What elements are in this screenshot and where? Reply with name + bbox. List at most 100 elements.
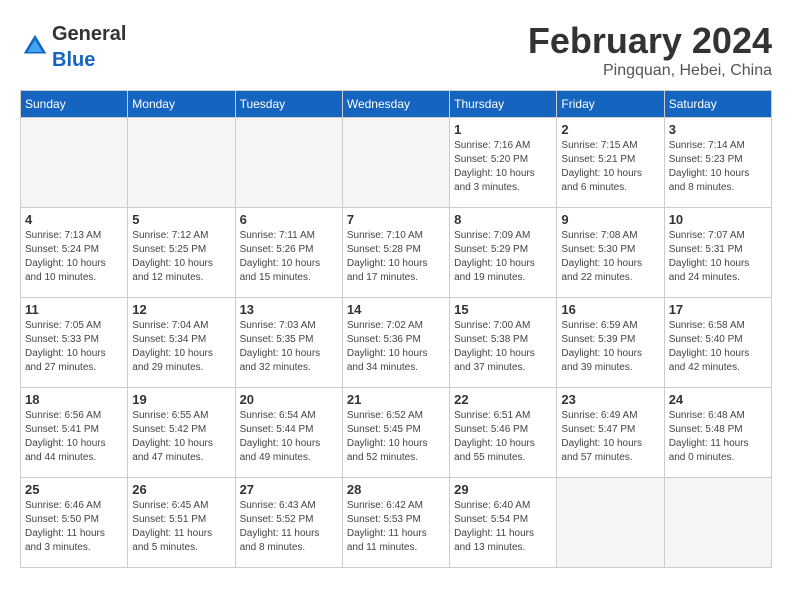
calendar-day-6: 6 Sunrise: 7:11 AM Sunset: 5:26 PM Daylig…	[235, 208, 342, 298]
day-number: 13	[240, 302, 338, 317]
day-number: 27	[240, 482, 338, 497]
calendar-day-29: 29Sunrise: 6:40 AM Sunset: 5:54 PM Dayli…	[450, 478, 557, 568]
day-info: Sunrise: 6:56 AM Sunset: 5:41 PM Dayligh…	[25, 409, 123, 465]
day-number: 1	[454, 122, 552, 137]
calendar-day-21: 21Sunrise: 6:52 AM Sunset: 5:45 PM Dayli…	[342, 388, 449, 478]
calendar-week-row: 4 Sunrise: 7:13 AM Sunset: 5:24 PM Daylig…	[21, 208, 772, 298]
day-info: Sunrise: 6:43 AM Sunset: 5:52 PM Dayligh…	[240, 499, 338, 555]
day-info: Sunrise: 6:46 AM Sunset: 5:50 PM Dayligh…	[25, 499, 123, 555]
day-info: Sunrise: 7:02 AM Sunset: 5:36 PM Dayligh…	[347, 319, 445, 375]
day-info: Sunrise: 7:13 AM Sunset: 5:24 PM Dayligh…	[25, 229, 123, 285]
day-number: 17	[669, 302, 767, 317]
day-number: 2	[561, 122, 659, 137]
month-year-title: February 2024	[528, 20, 772, 62]
logo-general-text: General	[52, 23, 126, 45]
calendar-day-8: 8 Sunrise: 7:09 AM Sunset: 5:29 PM Daylig…	[450, 208, 557, 298]
calendar-day-7: 7Sunrise: 7:10 AM Sunset: 5:28 PM Daylig…	[342, 208, 449, 298]
calendar-day-12: 12 Sunrise: 7:04 AM Sunset: 5:34 PM Dayli…	[128, 298, 235, 388]
column-header-wednesday: Wednesday	[342, 91, 449, 118]
day-number: 25	[25, 482, 123, 497]
calendar-empty-cell	[21, 118, 128, 208]
calendar-empty-cell	[342, 118, 449, 208]
calendar-day-23: 23 Sunrise: 6:49 AM Sunset: 5:47 PM Dayli…	[557, 388, 664, 478]
day-info: Sunrise: 7:15 AM Sunset: 5:21 PM Dayligh…	[561, 139, 659, 195]
calendar-week-row: 25 Sunrise: 6:46 AM Sunset: 5:50 PM Dayli…	[21, 478, 772, 568]
day-info: Sunrise: 6:55 AM Sunset: 5:42 PM Dayligh…	[132, 409, 230, 465]
day-info: Sunrise: 7:09 AM Sunset: 5:29 PM Dayligh…	[454, 229, 552, 285]
day-info: Sunrise: 6:45 AM Sunset: 5:51 PM Dayligh…	[132, 499, 230, 555]
day-number: 26	[132, 482, 230, 497]
day-info: Sunrise: 7:04 AM Sunset: 5:34 PM Dayligh…	[132, 319, 230, 375]
day-number: 6	[240, 212, 338, 227]
column-header-sunday: Sunday	[21, 91, 128, 118]
day-info: Sunrise: 7:00 AM Sunset: 5:38 PM Dayligh…	[454, 319, 552, 375]
day-info: Sunrise: 7:16 AM Sunset: 5:20 PM Dayligh…	[454, 139, 552, 195]
calendar-day-27: 27 Sunrise: 6:43 AM Sunset: 5:52 PM Dayli…	[235, 478, 342, 568]
calendar-day-15: 15 Sunrise: 7:00 AM Sunset: 5:38 PM Dayli…	[450, 298, 557, 388]
calendar-day-2: 2 Sunrise: 7:15 AM Sunset: 5:21 PM Daylig…	[557, 118, 664, 208]
day-number: 19	[132, 392, 230, 407]
day-number: 11	[25, 302, 123, 317]
calendar-empty-cell	[128, 118, 235, 208]
column-header-thursday: Thursday	[450, 91, 557, 118]
day-number: 20	[240, 392, 338, 407]
calendar-day-5: 5Sunrise: 7:12 AM Sunset: 5:25 PM Daylig…	[128, 208, 235, 298]
calendar-day-16: 16 Sunrise: 6:59 AM Sunset: 5:39 PM Dayli…	[557, 298, 664, 388]
logo-blue-text: Blue	[52, 49, 95, 71]
day-number: 7	[347, 212, 445, 227]
column-header-saturday: Saturday	[664, 91, 771, 118]
day-info: Sunrise: 6:42 AM Sunset: 5:53 PM Dayligh…	[347, 499, 445, 555]
calendar-day-17: 17 Sunrise: 6:58 AM Sunset: 5:40 PM Dayli…	[664, 298, 771, 388]
day-info: Sunrise: 7:07 AM Sunset: 5:31 PM Dayligh…	[669, 229, 767, 285]
day-info: Sunrise: 7:11 AM Sunset: 5:26 PM Dayligh…	[240, 229, 338, 285]
day-number: 3	[669, 122, 767, 137]
title-section: February 2024 Pingquan, Hebei, China	[528, 20, 772, 80]
calendar-day-10: 10 Sunrise: 7:07 AM Sunset: 5:31 PM Dayli…	[664, 208, 771, 298]
logo: General Blue	[20, 20, 126, 72]
calendar-day-18: 18 Sunrise: 6:56 AM Sunset: 5:41 PM Dayli…	[21, 388, 128, 478]
day-number: 15	[454, 302, 552, 317]
day-info: Sunrise: 6:48 AM Sunset: 5:48 PM Dayligh…	[669, 409, 767, 465]
calendar-day-28: 28Sunrise: 6:42 AM Sunset: 5:53 PM Dayli…	[342, 478, 449, 568]
day-info: Sunrise: 6:58 AM Sunset: 5:40 PM Dayligh…	[669, 319, 767, 375]
day-number: 14	[347, 302, 445, 317]
day-number: 23	[561, 392, 659, 407]
day-number: 16	[561, 302, 659, 317]
calendar-week-row: 1 Sunrise: 7:16 AM Sunset: 5:20 PM Daylig…	[21, 118, 772, 208]
day-number: 4	[25, 212, 123, 227]
column-header-friday: Friday	[557, 91, 664, 118]
day-info: Sunrise: 7:08 AM Sunset: 5:30 PM Dayligh…	[561, 229, 659, 285]
calendar-day-14: 14 Sunrise: 7:02 AM Sunset: 5:36 PM Dayli…	[342, 298, 449, 388]
calendar-day-25: 25 Sunrise: 6:46 AM Sunset: 5:50 PM Dayli…	[21, 478, 128, 568]
calendar-week-row: 11 Sunrise: 7:05 AM Sunset: 5:33 PM Dayli…	[21, 298, 772, 388]
day-number: 18	[25, 392, 123, 407]
day-info: Sunrise: 6:49 AM Sunset: 5:47 PM Dayligh…	[561, 409, 659, 465]
day-info: Sunrise: 7:03 AM Sunset: 5:35 PM Dayligh…	[240, 319, 338, 375]
day-number: 10	[669, 212, 767, 227]
day-info: Sunrise: 6:59 AM Sunset: 5:39 PM Dayligh…	[561, 319, 659, 375]
day-info: Sunrise: 7:05 AM Sunset: 5:33 PM Dayligh…	[25, 319, 123, 375]
day-number: 24	[669, 392, 767, 407]
day-info: Sunrise: 7:12 AM Sunset: 5:25 PM Dayligh…	[132, 229, 230, 285]
calendar-empty-cell	[557, 478, 664, 568]
location-title: Pingquan, Hebei, China	[528, 62, 772, 80]
calendar-day-1: 1 Sunrise: 7:16 AM Sunset: 5:20 PM Daylig…	[450, 118, 557, 208]
column-header-monday: Monday	[128, 91, 235, 118]
calendar-empty-cell	[664, 478, 771, 568]
day-number: 22	[454, 392, 552, 407]
day-number: 8	[454, 212, 552, 227]
day-info: Sunrise: 7:14 AM Sunset: 5:23 PM Dayligh…	[669, 139, 767, 195]
calendar-day-19: 19 Sunrise: 6:55 AM Sunset: 5:42 PM Dayli…	[128, 388, 235, 478]
calendar-table: SundayMondayTuesdayWednesdayThursdayFrid…	[20, 90, 772, 568]
calendar-day-4: 4 Sunrise: 7:13 AM Sunset: 5:24 PM Daylig…	[21, 208, 128, 298]
day-number: 12	[132, 302, 230, 317]
day-number: 21	[347, 392, 445, 407]
calendar-day-26: 26 Sunrise: 6:45 AM Sunset: 5:51 PM Dayli…	[128, 478, 235, 568]
calendar-day-9: 9Sunrise: 7:08 AM Sunset: 5:30 PM Daylig…	[557, 208, 664, 298]
page-header: General Blue February 2024 Pingquan, Heb…	[20, 20, 772, 80]
calendar-day-20: 20Sunrise: 6:54 AM Sunset: 5:44 PM Dayli…	[235, 388, 342, 478]
calendar-week-row: 18 Sunrise: 6:56 AM Sunset: 5:41 PM Dayli…	[21, 388, 772, 478]
calendar-day-24: 24 Sunrise: 6:48 AM Sunset: 5:48 PM Dayli…	[664, 388, 771, 478]
calendar-day-11: 11 Sunrise: 7:05 AM Sunset: 5:33 PM Dayli…	[21, 298, 128, 388]
column-header-tuesday: Tuesday	[235, 91, 342, 118]
